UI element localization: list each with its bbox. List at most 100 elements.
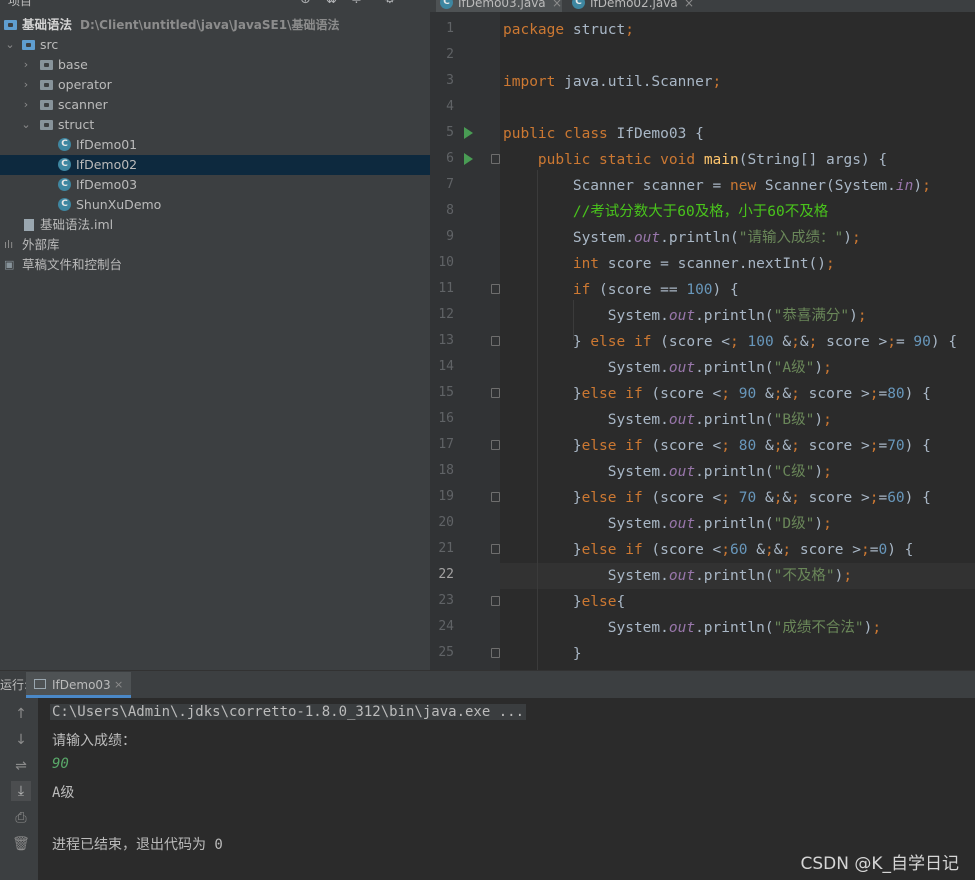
down-arrow-icon[interactable]: ↓ — [11, 730, 31, 750]
fold-icon[interactable] — [491, 596, 500, 606]
line-number: 6 — [446, 151, 454, 166]
run-tab-label: IfDemo03 — [52, 678, 111, 692]
tree-item-label: 基础语法.iml — [40, 217, 114, 232]
scroll-to-end-icon[interactable]: ⤓ — [11, 781, 31, 801]
line-number: 23 — [438, 593, 454, 608]
chevron-down-icon[interactable]: ⌄ — [20, 115, 32, 135]
tree-item-ifdemo03[interactable]: C IfDemo03 — [0, 175, 430, 195]
package-icon — [40, 80, 53, 90]
minimize-icon[interactable]: − — [410, 0, 421, 7]
tree-item-module-root[interactable]: 基础语法 D:\Client\untitled\java\JavaSE1\基础语法 — [0, 15, 430, 35]
tree-item-struct[interactable]: ⌄ struct — [0, 115, 430, 135]
package-icon — [40, 120, 53, 130]
fold-icon[interactable] — [491, 440, 500, 450]
close-icon[interactable]: × — [552, 0, 562, 12]
code-line: }else if (score <; 70 &;&; score >;=60) … — [503, 490, 931, 506]
tree-item-label: scanner — [58, 97, 108, 112]
trash-icon[interactable]: 🗑 — [11, 834, 31, 854]
module-folder-icon — [4, 20, 17, 30]
code-line: System.out.println("成绩不合法"); — [503, 620, 882, 636]
collapse-all-icon[interactable]: ⇊ — [326, 0, 337, 7]
tree-item-scanner[interactable]: › scanner — [0, 95, 430, 115]
code-line: //考试分数大于60及格，小于60不及格 — [572, 204, 829, 220]
fold-icon[interactable] — [491, 492, 500, 502]
library-icon: ılı — [4, 238, 14, 251]
editor-tab-bar: C IfDemo03.java × C IfDemo02.java × — [430, 0, 975, 12]
fold-icon[interactable] — [491, 284, 500, 294]
chevron-right-icon[interactable]: › — [20, 75, 32, 95]
watermark: CSDN @K_自学日记 — [800, 854, 959, 874]
line-number: 16 — [438, 411, 454, 426]
tree-item-scratches[interactable]: ▣ 草稿文件和控制台 — [0, 255, 430, 275]
tab-label: IfDemo03.java — [458, 0, 546, 10]
java-class-icon: C — [58, 158, 71, 171]
code-line: System.out.println("B级"); — [503, 412, 832, 428]
code-line: System.out.println("恭喜满分"); — [503, 308, 867, 324]
fold-icon[interactable] — [491, 388, 500, 398]
tree-item-iml[interactable]: 基础语法.iml — [0, 215, 430, 235]
java-class-icon: C — [572, 0, 585, 9]
module-path: D:\Client\untitled\java\JavaSE1\基础语法 — [80, 18, 340, 32]
line-number: 5 — [446, 125, 454, 140]
source-folder-icon — [22, 40, 35, 50]
tree-item-label: operator — [58, 77, 112, 92]
tab-ifdemo02[interactable]: C IfDemo02.java × — [568, 0, 700, 12]
tab-ifdemo03[interactable]: C IfDemo03.java × — [436, 0, 562, 12]
run-class-icon[interactable] — [464, 127, 473, 139]
close-icon[interactable]: × — [114, 678, 123, 691]
java-class-icon: C — [58, 138, 71, 151]
code-line: package struct; — [503, 22, 634, 38]
run-tool-window-header — [0, 670, 975, 699]
tree-item-operator[interactable]: › operator — [0, 75, 430, 95]
tree-item-shunxudemo[interactable]: C ShunXuDemo — [0, 195, 430, 215]
tree-item-src[interactable]: ⌄ src — [0, 35, 430, 55]
line-number: 22 — [438, 567, 454, 582]
chevron-down-icon[interactable]: ⌄ — [4, 35, 16, 55]
run-label: 运行: — [0, 678, 29, 692]
tab-label: IfDemo02.java — [590, 0, 678, 10]
line-number: 12 — [438, 307, 454, 322]
code-line: System.out.println("A级"); — [503, 360, 832, 376]
print-icon[interactable]: ⎙ — [11, 808, 31, 828]
line-number: 25 — [438, 645, 454, 660]
iml-file-icon — [24, 219, 34, 231]
fold-icon[interactable] — [491, 544, 500, 554]
up-arrow-icon[interactable]: ↑ — [11, 704, 31, 724]
tree-item-ifdemo02[interactable]: C IfDemo02 — [0, 155, 430, 175]
tree-item-external-libraries[interactable]: ılı 外部库 — [0, 235, 430, 255]
tree-item-label: 基础语法 — [22, 17, 73, 32]
tree-item-label: 草稿文件和控制台 — [22, 257, 123, 272]
tree-item-label: src — [40, 37, 59, 52]
close-icon[interactable]: × — [684, 0, 694, 12]
code-line: }else if (score <; 80 &;&; score >;=70) … — [503, 438, 931, 454]
fold-icon[interactable] — [491, 336, 500, 346]
code-line: }else if (score <;60 &;&; score >;=0) { — [503, 542, 914, 558]
soft-wrap-icon[interactable]: ⇌ — [11, 756, 31, 776]
expand-icon[interactable]: ≑ — [351, 0, 362, 7]
line-number: 4 — [446, 99, 454, 114]
target-icon[interactable]: ⊕ — [300, 0, 311, 7]
chevron-right-icon[interactable]: › — [20, 95, 32, 115]
tree-item-label: ShunXuDemo — [76, 197, 162, 212]
run-toolbar: ↑ ↓ ⇌ ⤓ ⎙ 🗑 — [0, 698, 38, 880]
line-number: 24 — [438, 619, 454, 634]
code-line: Scanner scanner = new Scanner(System.in)… — [503, 178, 931, 194]
project-panel-title[interactable]: 项目 — [8, 0, 32, 9]
line-number: 10 — [438, 255, 454, 270]
console-icon — [34, 679, 46, 689]
tree-item-label: struct — [58, 117, 95, 132]
line-number: 19 — [438, 489, 454, 504]
code-line: }else if (score <; 90 &;&; score >;=80) … — [503, 386, 931, 402]
tree-item-label: IfDemo01 — [76, 137, 138, 152]
fold-icon[interactable] — [491, 154, 500, 164]
fold-icon[interactable] — [491, 648, 500, 658]
line-number: 21 — [438, 541, 454, 556]
chevron-right-icon[interactable]: › — [20, 55, 32, 75]
run-main-icon[interactable] — [464, 153, 473, 165]
line-number: 1 — [446, 21, 454, 36]
gear-icon[interactable]: ⚙ — [384, 0, 396, 7]
tree-item-base[interactable]: › base — [0, 55, 430, 75]
console-user-input: 90 — [52, 756, 69, 772]
line-number: 20 — [438, 515, 454, 530]
tree-item-ifdemo01[interactable]: C IfDemo01 — [0, 135, 430, 155]
